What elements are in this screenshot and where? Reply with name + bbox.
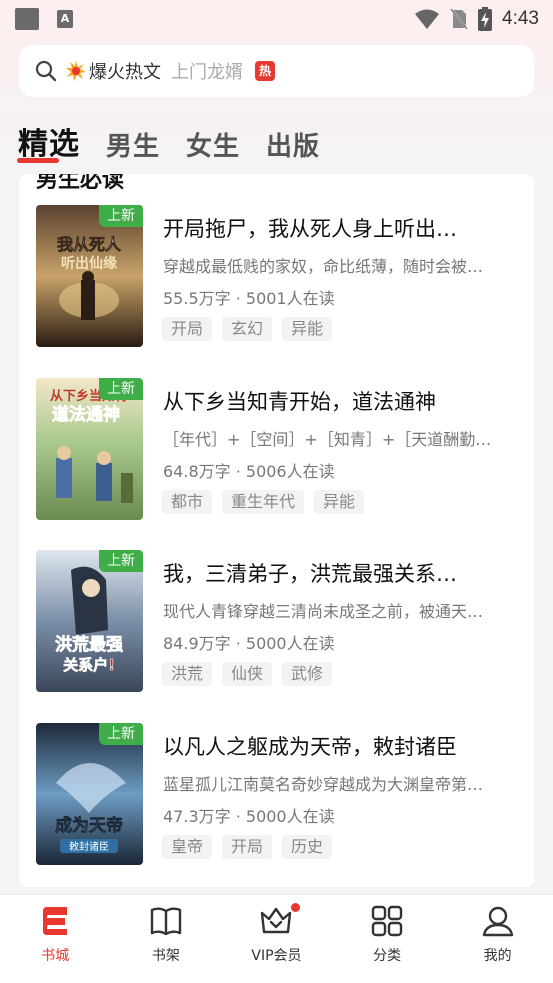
nav-vip[interactable]: VIP会员 <box>221 895 332 983</box>
book-tag[interactable]: 开局 <box>162 317 213 341</box>
active-tab-indicator <box>17 158 59 163</box>
book-tag[interactable]: 开局 <box>222 835 273 859</box>
nav-label: 我的 <box>483 948 512 964</box>
wifi-icon <box>415 9 440 29</box>
tab-publishing[interactable]: 出版 <box>266 126 320 163</box>
search-icon <box>35 60 57 82</box>
book-tag[interactable]: 历史 <box>282 835 333 859</box>
new-badge: 上新 <box>99 550 143 572</box>
bookshelf-icon <box>150 907 182 936</box>
book-meta: 47.3万字 · 5000人在读 <box>163 807 335 826</box>
book-cover[interactable]: 从下乡当知青 道法通神 上新 <box>36 378 143 520</box>
book-item[interactable]: 从下乡当知青 道法通神 上新 从下乡当知青开始，道法通神 ［年代］+［空间］+［… <box>36 378 516 520</box>
book-tags: 开局 玄幻 异能 <box>162 317 333 341</box>
vip-crown-icon <box>261 907 292 934</box>
profile-icon <box>482 906 513 937</box>
tab-male[interactable]: 男生 <box>106 126 160 163</box>
svg-text:我从死人: 我从死人 <box>57 235 122 254</box>
book-tags: 洪荒 仙侠 武修 <box>162 662 333 686</box>
new-badge: 上新 <box>99 378 143 400</box>
battery-charging-icon <box>478 7 493 31</box>
book-description: 蓝星孤儿江南莫名奇妙穿越成为大渊皇帝第… <box>163 775 484 794</box>
book-description: 穿越成最低贱的家奴，命比纸薄，随时会被… <box>163 257 484 276</box>
nav-bookshelf[interactable]: 书架 <box>111 895 222 983</box>
book-tag[interactable]: 洪荒 <box>162 662 213 686</box>
book-tag[interactable]: 重生年代 <box>222 490 305 514</box>
book-meta: 84.9万字 · 5000人在读 <box>163 634 335 653</box>
book-item[interactable]: 我从死人 听出仙缘 上新 开局拖尸，我从死人身上听出… 穿越成最低贱的家奴，命比… <box>36 205 516 347</box>
book-description: ［年代］+［空间］+［知青］+［天道酬勤… <box>163 430 492 449</box>
book-tag[interactable]: 玄幻 <box>222 317 273 341</box>
no-sim-icon <box>450 8 468 30</box>
bookstore-icon <box>43 907 68 935</box>
book-title[interactable]: 从下乡当知青开始，道法通神 <box>163 386 518 416</box>
book-tags: 皇帝 开局 历史 <box>162 835 333 859</box>
book-item[interactable]: 成为天帝 敕封诸臣 上新 以凡人之躯成为天帝，敕封诸臣 蓝星孤儿江南莫名奇妙穿越… <box>36 723 516 865</box>
status-bar: A 4:43 <box>0 0 553 38</box>
hot-label: 爆火热文 <box>89 62 161 83</box>
tab-female[interactable]: 女生 <box>186 126 240 163</box>
svg-text:成为天帝: 成为天帝 <box>55 815 123 836</box>
book-cover[interactable]: 我从死人 听出仙缘 上新 <box>36 205 143 347</box>
search-bar[interactable]: 爆火热文 上门龙婿 热 <box>19 45 534 97</box>
bottom-navigation: 书城 书架 VIP会员 分类 我的 <box>0 894 553 983</box>
tab-featured[interactable]: 精选 <box>18 119 80 163</box>
book-meta: 64.8万字 · 5006人在读 <box>163 462 335 481</box>
book-tag[interactable]: 皇帝 <box>162 835 213 859</box>
book-meta: 55.5万字 · 5001人在读 <box>163 289 335 308</box>
nav-label: 书架 <box>151 948 180 964</box>
book-tag[interactable]: 武修 <box>282 662 333 686</box>
nav-bookstore[interactable]: 书城 <box>0 895 111 983</box>
new-badge: 上新 <box>99 723 143 745</box>
book-tag[interactable]: 都市 <box>162 490 213 514</box>
svg-text:听出仙缘: 听出仙缘 <box>61 255 117 272</box>
nav-label: 书城 <box>41 948 70 964</box>
nav-label: 分类 <box>373 948 402 964</box>
hot-badge: 热 <box>255 61 275 81</box>
new-badge: 上新 <box>99 205 143 227</box>
category-grid-icon <box>371 905 403 937</box>
section-title: 男生必读 <box>36 174 125 193</box>
book-title[interactable]: 以凡人之躯成为天帝，敕封诸臣 <box>163 731 518 761</box>
status-indicators: 4:43 <box>414 6 539 32</box>
book-tags: 都市 重生年代 异能 <box>162 490 365 514</box>
book-cover[interactable]: 成为天帝 敕封诸臣 上新 <box>36 723 143 865</box>
burst-icon <box>66 61 86 81</box>
search-placeholder: 上门龙婿 <box>171 62 243 83</box>
book-tag[interactable]: 异能 <box>314 490 365 514</box>
book-description: 现代人青锋穿越三清尚未成圣之前，被通天… <box>163 602 484 621</box>
svg-text:洪荒最强: 洪荒最强 <box>55 634 123 655</box>
book-list-card: 男生必读 我从死人 听出仙缘 上新 开局拖尸，我从死人身上听出… 穿越成最低贱的… <box>19 174 534 887</box>
svg-text:关系户!: 关系户! <box>63 656 115 674</box>
nav-profile[interactable]: 我的 <box>442 895 553 983</box>
hot-recommend: 爆火热文 <box>65 58 161 84</box>
svg-text:道法通神: 道法通神 <box>52 404 120 425</box>
notification-app-icon <box>15 8 39 30</box>
book-tag[interactable]: 仙侠 <box>222 662 273 686</box>
book-title[interactable]: 我，三清弟子，洪荒最强关系… <box>163 558 518 588</box>
notification-dot <box>291 903 301 912</box>
clock: 4:43 <box>502 8 539 29</box>
nav-category[interactable]: 分类 <box>332 895 443 983</box>
nav-label: VIP会员 <box>251 948 302 964</box>
book-item[interactable]: 洪荒最强 关系户! 上新 我，三清弟子，洪荒最强关系… 现代人青锋穿越三清尚未成… <box>36 550 516 692</box>
notification-a-icon: A <box>57 10 73 28</box>
book-title[interactable]: 开局拖尸，我从死人身上听出… <box>163 213 518 243</box>
category-tabs: 精选 男生 女生 出版 <box>18 113 346 163</box>
svg-text:敕封诸臣: 敕封诸臣 <box>69 840 109 853</box>
book-cover[interactable]: 洪荒最强 关系户! 上新 <box>36 550 143 692</box>
book-tag[interactable]: 异能 <box>282 317 333 341</box>
